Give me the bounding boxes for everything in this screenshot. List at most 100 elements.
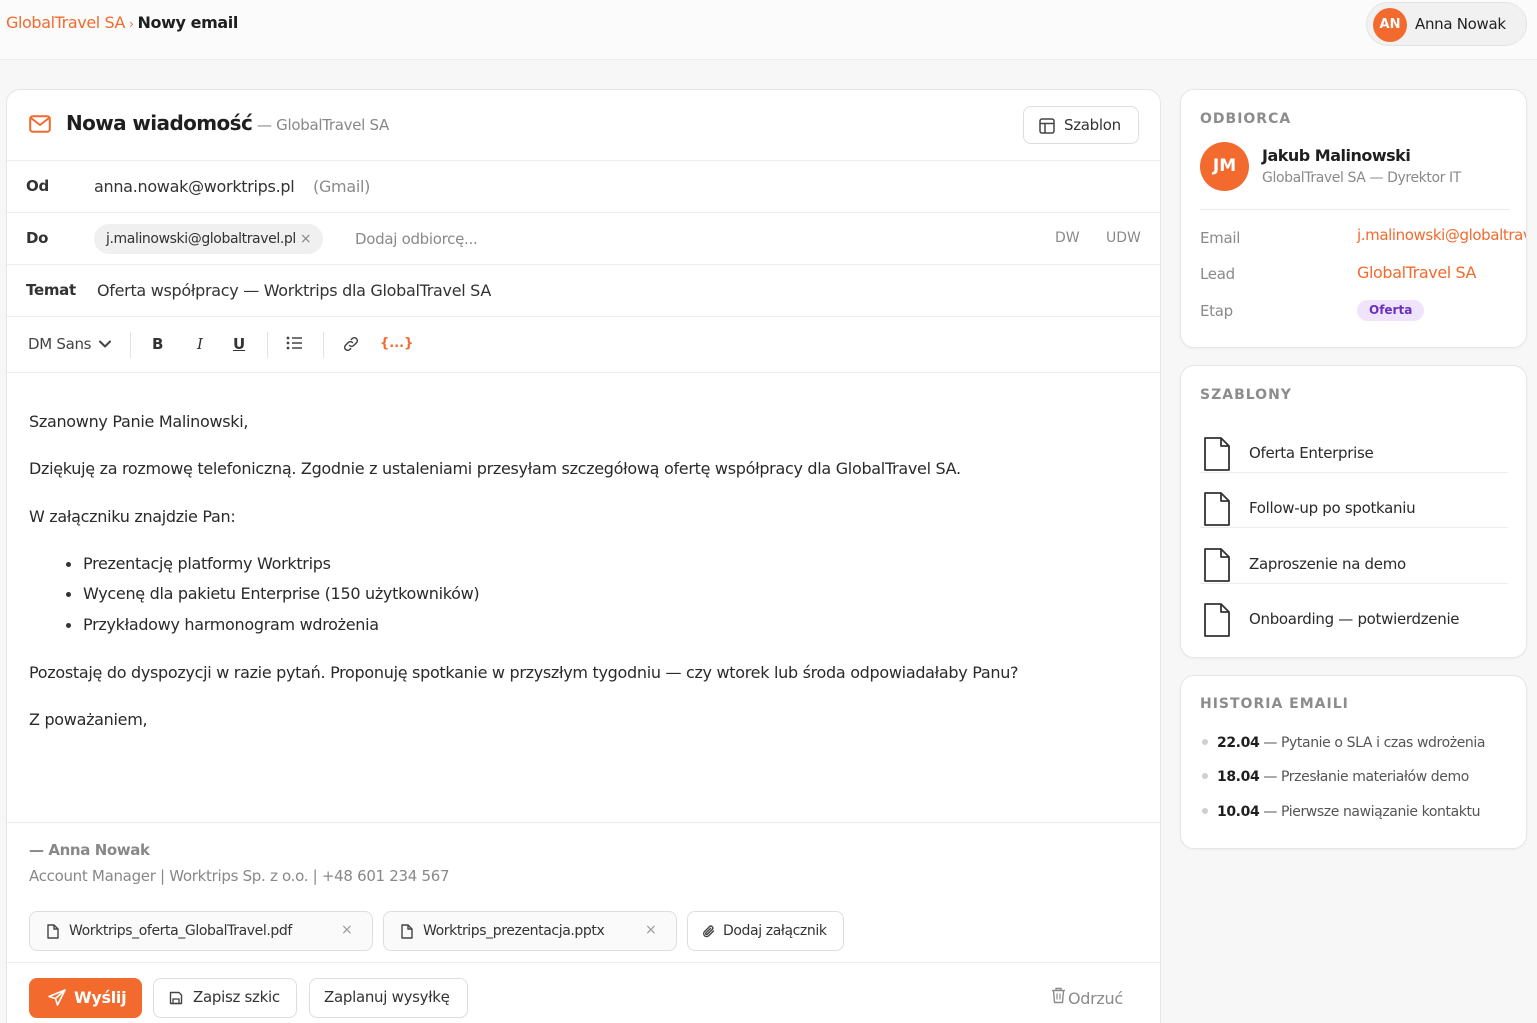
history-item[interactable]: 10.04 — Pierwsze nawiązanie kontaktu — [1202, 804, 1480, 820]
underline-button[interactable]: U — [233, 335, 245, 353]
bold-button[interactable]: B — [152, 335, 163, 353]
toolbar-divider — [267, 332, 268, 358]
recipient-card: ODBIORCA JM Jakub Malinowski GlobalTrave… — [1180, 89, 1527, 348]
signature-divider — [7, 822, 1160, 823]
history-card-title: HISTORIA EMAILI — [1200, 696, 1349, 712]
templates-card-title: SZABLONY — [1200, 387, 1292, 403]
paperclip-icon — [701, 924, 716, 943]
breadcrumb: GlobalTravel SA › Nowy email — [6, 13, 238, 32]
add-attachment-label: Dodaj załącznik — [723, 923, 827, 939]
composer-title: Nowa wiadomość — [66, 111, 253, 135]
bullet-dot — [1202, 773, 1208, 779]
attachment-name: Worktrips_prezentacja.pptx — [423, 923, 605, 939]
subject-row: Temat Oferta współpracy — Worktrips dla … — [7, 265, 1160, 317]
email-label: Email — [1200, 229, 1241, 247]
user-avatar: AN — [1373, 8, 1407, 42]
recipient-chip[interactable]: j.malinowski@globaltravel.pl × — [94, 224, 324, 254]
bullet-list-icon[interactable] — [286, 336, 303, 354]
send-button[interactable]: Wyślij — [29, 978, 142, 1018]
bcc-toggle[interactable]: UDW — [1106, 230, 1141, 246]
lead-label: Lead — [1200, 265, 1235, 283]
template-item[interactable]: Onboarding — potwierdzenie — [1200, 592, 1508, 647]
attachment-chip[interactable]: Worktrips_prezentacja.pptx × — [383, 911, 677, 951]
email-history-card: HISTORIA EMAILI 22.04 — Pytanie o SLA i … — [1180, 675, 1527, 849]
trash-icon — [1052, 987, 1065, 1004]
breadcrumb-link-lead[interactable]: GlobalTravel SA — [6, 13, 125, 32]
history-text: — Pierwsze nawiązanie kontaktu — [1263, 804, 1481, 820]
schedule-label: Zaplanuj wysyłkę — [324, 988, 450, 1006]
from-email: anna.nowak@worktrips.pl — [94, 177, 295, 196]
template-button-label: Szablon — [1064, 116, 1121, 134]
bullet-dot — [1202, 808, 1208, 814]
document-icon — [1202, 602, 1232, 642]
footer-divider — [7, 962, 1160, 963]
remove-recipient-icon[interactable]: × — [300, 231, 312, 247]
divider — [1200, 527, 1508, 528]
attachment-chip[interactable]: Worktrips_oferta_GlobalTravel.pdf × — [29, 911, 373, 951]
composer-header: Nowa wiadomość — GlobalTravel SA Szablon — [7, 90, 1160, 161]
top-bar: GlobalTravel SA › Nowy email AN Anna Nowak — [0, 0, 1537, 60]
cc-toggle[interactable]: DW — [1055, 230, 1080, 246]
recipient-email-link[interactable]: j.malinowski@globaltravel.pl — [1357, 226, 1526, 244]
divider — [1200, 583, 1508, 584]
font-select-value: DM Sans — [28, 335, 92, 353]
font-select[interactable]: DM Sans — [28, 335, 112, 353]
composer-card: Nowa wiadomość — GlobalTravel SA Szablon… — [6, 89, 1161, 1023]
history-date: 10.04 — [1217, 804, 1260, 820]
history-date: 18.04 — [1217, 769, 1260, 785]
document-icon — [1202, 491, 1232, 531]
document-icon — [1202, 547, 1232, 587]
template-button[interactable]: Szablon — [1023, 106, 1139, 144]
add-recipient-input[interactable] — [355, 224, 735, 254]
to-row: Do j.malinowski@globaltravel.pl× DW UDW — [7, 213, 1160, 265]
body-closing: Z poważaniem, — [29, 710, 148, 729]
formatting-toolbar: DM Sans B I U {...} — [7, 317, 1160, 373]
to-label: Do — [26, 229, 49, 247]
save-draft-label: Zapisz szkic — [193, 988, 280, 1006]
recipient-avatar: JM — [1200, 142, 1249, 191]
schedule-button[interactable]: Zaplanuj wysyłkę — [309, 978, 468, 1018]
user-menu[interactable]: AN Anna Nowak — [1366, 2, 1527, 46]
remove-attachment-icon[interactable]: × — [645, 922, 657, 938]
recipient-chip-email: j.malinowski@globaltravel.pl — [106, 231, 296, 247]
history-text: — Przesłanie materiałów demo — [1263, 769, 1469, 785]
history-item[interactable]: 22.04 — Pytanie o SLA i czas wdrożenia — [1202, 735, 1485, 751]
body-greeting: Szanowny Panie Malinowski, — [29, 412, 249, 431]
document-icon — [1202, 436, 1232, 476]
breadcrumb-current: Nowy email — [137, 13, 239, 32]
discard-label: Odrzuć — [1068, 989, 1123, 1008]
toolbar-divider — [130, 332, 131, 358]
italic-button[interactable]: I — [197, 335, 203, 353]
signature-name: — Anna Nowak — [29, 841, 150, 859]
signature-details: Account Manager | Worktrips Sp. z o.o. |… — [29, 867, 450, 885]
templates-card: SZABLONY Oferta Enterprise Follow-up po … — [1180, 365, 1527, 658]
breadcrumb-separator: › — [129, 17, 134, 31]
bullet-dot — [1202, 739, 1208, 745]
list-item: Przykładowy harmonogram wdrożenia — [66, 615, 379, 634]
subject-label: Temat — [26, 281, 76, 299]
list-item: Prezentację platformy Worktrips — [66, 554, 331, 573]
user-name: Anna Nowak — [1415, 15, 1506, 33]
insert-variable-button[interactable]: {...} — [380, 336, 413, 351]
composer-subtitle: — GlobalTravel SA — [257, 116, 389, 134]
divider — [1200, 209, 1510, 210]
subject-input[interactable]: Oferta współpracy — Worktrips dla Global… — [97, 281, 491, 300]
lead-link[interactable]: GlobalTravel SA — [1357, 263, 1476, 282]
stage-badge: Oferta — [1357, 300, 1425, 321]
send-button-label: Wyślij — [74, 988, 127, 1007]
add-attachment-button[interactable]: Dodaj załącznik — [687, 911, 844, 951]
template-name: Oferta Enterprise — [1249, 444, 1374, 462]
template-name: Follow-up po spotkaniu — [1249, 499, 1416, 517]
save-draft-button[interactable]: Zapisz szkic — [153, 978, 297, 1018]
link-icon[interactable] — [342, 335, 360, 357]
body-paragraph: Dziękuję za rozmowę telefoniczną. Zgodni… — [29, 459, 961, 478]
history-date: 22.04 — [1217, 735, 1260, 751]
file-icon — [46, 924, 59, 943]
from-row: Od anna.nowak@worktrips.pl (Gmail) — [7, 161, 1160, 213]
template-icon — [1039, 118, 1055, 138]
remove-attachment-icon[interactable]: × — [341, 922, 353, 938]
history-item[interactable]: 18.04 — Przesłanie materiałów demo — [1202, 769, 1469, 785]
stage-label: Etap — [1200, 302, 1233, 320]
toolbar-divider — [323, 332, 324, 358]
file-icon — [400, 924, 413, 943]
